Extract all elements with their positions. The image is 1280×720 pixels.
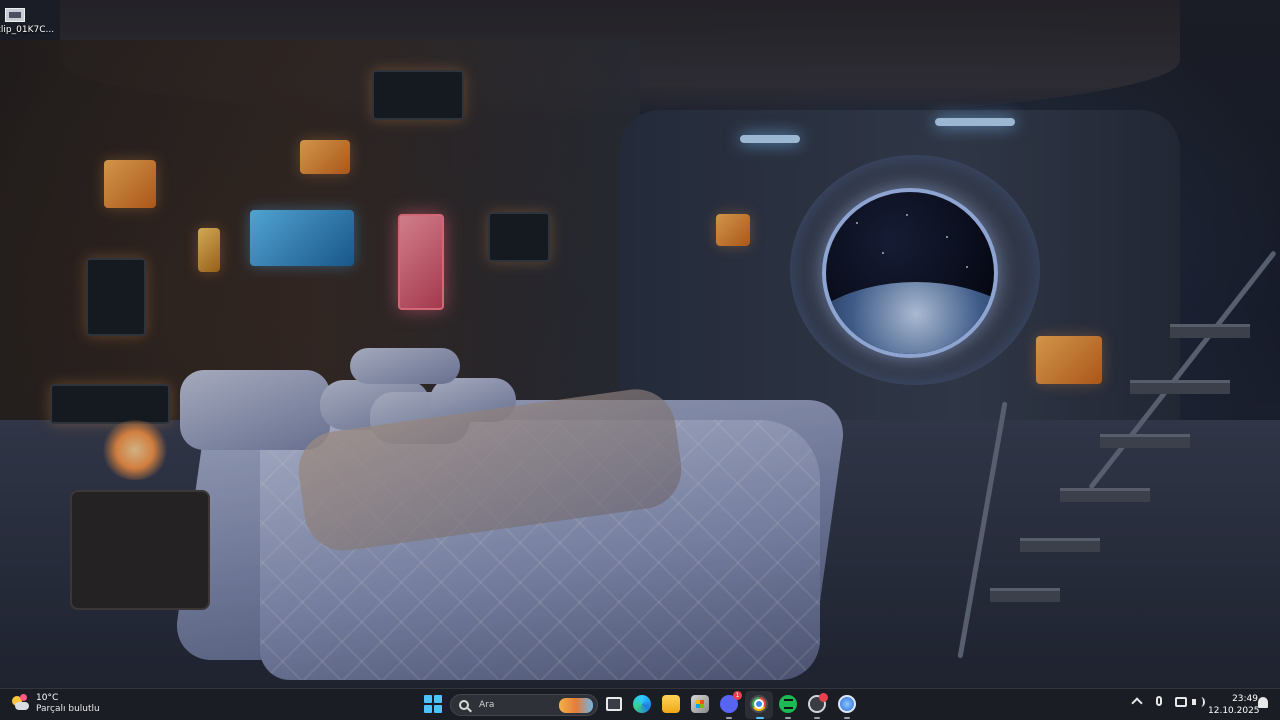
clock-date: 12.10.2025 bbox=[1208, 706, 1260, 716]
search-icon bbox=[459, 700, 469, 710]
task-view-icon[interactable] bbox=[605, 695, 623, 713]
volume-icon[interactable] bbox=[1192, 697, 1205, 707]
running-indicator bbox=[785, 717, 791, 719]
active-indicator bbox=[756, 717, 764, 719]
weather-widget[interactable]: 10°C Parçalı bulutlu bbox=[10, 693, 100, 715]
partly-cloudy-icon bbox=[10, 694, 30, 714]
discord-icon[interactable]: 1 bbox=[720, 691, 742, 713]
desktop-icon-label: clip_01K7C... bbox=[0, 25, 55, 35]
wallpaper-shade bbox=[0, 0, 1280, 688]
chevron-up-icon[interactable] bbox=[1131, 697, 1143, 709]
video-file-icon bbox=[5, 8, 25, 22]
desktop-icon-clip[interactable]: clip_01K7C... bbox=[0, 8, 55, 35]
desktop-wallpaper bbox=[0, 0, 1280, 688]
search-highlight-icon bbox=[559, 698, 593, 713]
weather-temperature: 10°C bbox=[36, 693, 59, 703]
app-icon[interactable] bbox=[808, 693, 828, 713]
folder-icon[interactable] bbox=[662, 695, 680, 713]
notification-bell-icon[interactable] bbox=[1258, 697, 1268, 708]
edge-icon[interactable] bbox=[633, 695, 651, 713]
spotify-icon[interactable] bbox=[779, 695, 797, 713]
discord-badge: 1 bbox=[733, 691, 742, 700]
clock[interactable]: 23:49 12.10.2025 bbox=[1208, 693, 1260, 717]
store-icon[interactable] bbox=[691, 695, 709, 713]
clock-time: 23:49 bbox=[1232, 694, 1258, 704]
weather-condition: Parçalı bulutlu bbox=[36, 704, 100, 714]
microphone-icon[interactable] bbox=[1156, 696, 1162, 706]
chrome-icon[interactable] bbox=[750, 695, 768, 713]
taskbar: 10°C Parçalı bulutlu Ara 1 23:49 12.10.2… bbox=[0, 688, 1280, 720]
search-placeholder: Ara bbox=[479, 700, 495, 710]
running-indicator bbox=[844, 717, 850, 719]
running-indicator bbox=[814, 717, 820, 719]
start-button[interactable] bbox=[424, 695, 442, 713]
app-icon[interactable] bbox=[838, 695, 856, 713]
running-indicator bbox=[726, 717, 732, 719]
network-icon[interactable] bbox=[1175, 697, 1187, 707]
search-box[interactable]: Ara bbox=[450, 694, 598, 716]
